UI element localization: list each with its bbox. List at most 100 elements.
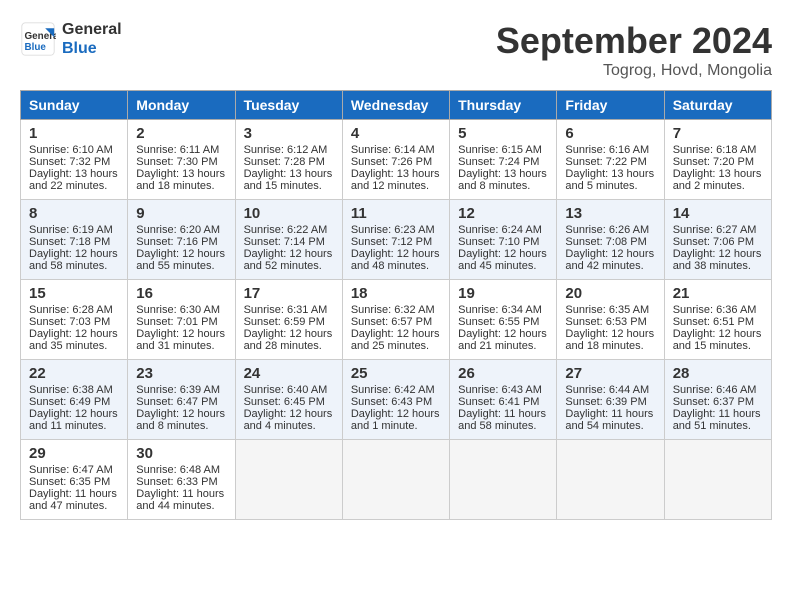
day-number: 22 — [29, 365, 119, 382]
sunset-text: Sunset: 7:10 PM — [458, 236, 548, 248]
daylight-text-cont: and 58 minutes. — [458, 420, 548, 432]
sunrise-text: Sunrise: 6:32 AM — [351, 304, 441, 316]
daylight-text: Daylight: 12 hours — [351, 328, 441, 340]
day-number: 30 — [136, 445, 226, 462]
calendar-day-cell: 21Sunrise: 6:36 AMSunset: 6:51 PMDayligh… — [664, 280, 771, 360]
weekday-header-row: SundayMondayTuesdayWednesdayThursdayFrid… — [21, 91, 772, 120]
sunrise-text: Sunrise: 6:26 AM — [565, 224, 655, 236]
daylight-text: Daylight: 11 hours — [673, 408, 763, 420]
sunrise-text: Sunrise: 6:12 AM — [244, 144, 334, 156]
sunset-text: Sunset: 7:14 PM — [244, 236, 334, 248]
sunset-text: Sunset: 6:43 PM — [351, 396, 441, 408]
calendar-day-cell: 28Sunrise: 6:46 AMSunset: 6:37 PMDayligh… — [664, 360, 771, 440]
calendar-day-cell: 25Sunrise: 6:42 AMSunset: 6:43 PMDayligh… — [342, 360, 449, 440]
calendar-day-cell: 18 Sunrise: 6:32 AMSunset: 6:57 PMDayligh… — [342, 280, 449, 360]
sunset-text: Sunset: 6:35 PM — [29, 476, 119, 488]
sunrise-text: Sunrise: 6:28 AM — [29, 304, 119, 316]
sunrise-text: Sunrise: 6:14 AM — [351, 144, 441, 156]
sunset-text: Sunset: 7:20 PM — [673, 156, 763, 168]
title-block: September 2024 Togrog, Hovd, Mongolia — [496, 20, 772, 80]
sunset-text: Sunset: 6:33 PM — [136, 476, 226, 488]
calendar-day-cell: 9Sunrise: 6:20 AMSunset: 7:16 PMDaylight… — [128, 200, 235, 280]
daylight-text: Daylight: 12 hours — [458, 248, 548, 260]
sunrise-text: Sunrise: 6:39 AM — [136, 384, 226, 396]
daylight-text-cont: and 25 minutes. — [351, 340, 441, 352]
day-number: 20 — [565, 285, 655, 302]
calendar-day-cell: 2Sunrise: 6:11 AMSunset: 7:30 PMDaylight… — [128, 120, 235, 200]
sunset-text: Sunset: 6:55 PM — [458, 316, 548, 328]
weekday-header-friday: Friday — [557, 91, 664, 120]
sunset-text: Sunset: 7:08 PM — [565, 236, 655, 248]
sunset-text: Sunset: 6:51 PM — [673, 316, 763, 328]
calendar-week-row: 8Sunrise: 6:19 AMSunset: 7:18 PMDaylight… — [21, 200, 772, 280]
sunrise-text: Sunrise: 6:11 AM — [136, 144, 226, 156]
sunset-text: Sunset: 6:57 PM — [351, 316, 441, 328]
day-number: 18 — [351, 285, 441, 302]
logo-general: General — [62, 20, 122, 39]
calendar-week-row: 1Sunrise: 6:10 AMSunset: 7:32 PMDaylight… — [21, 120, 772, 200]
daylight-text: Daylight: 12 hours — [351, 248, 441, 260]
calendar-day-cell: 7Sunrise: 6:18 AMSunset: 7:20 PMDaylight… — [664, 120, 771, 200]
day-number: 9 — [136, 205, 226, 222]
day-number: 3 — [244, 125, 334, 142]
calendar-day-cell: 12Sunrise: 6:24 AMSunset: 7:10 PMDayligh… — [450, 200, 557, 280]
day-number: 21 — [673, 285, 763, 302]
daylight-text: Daylight: 12 hours — [29, 328, 119, 340]
daylight-text-cont: and 51 minutes. — [673, 420, 763, 432]
weekday-header-thursday: Thursday — [450, 91, 557, 120]
weekday-header-wednesday: Wednesday — [342, 91, 449, 120]
daylight-text: Daylight: 11 hours — [458, 408, 548, 420]
month-title: September 2024 — [496, 20, 772, 62]
daylight-text-cont: and 52 minutes. — [244, 260, 334, 272]
daylight-text: Daylight: 12 hours — [565, 248, 655, 260]
daylight-text-cont: and 47 minutes. — [29, 500, 119, 512]
day-number: 8 — [29, 205, 119, 222]
sunrise-text: Sunrise: 6:24 AM — [458, 224, 548, 236]
daylight-text-cont: and 1 minute. — [351, 420, 441, 432]
sunrise-text: Sunrise: 6:23 AM — [351, 224, 441, 236]
daylight-text-cont: and 58 minutes. — [29, 260, 119, 272]
sunset-text: Sunset: 6:53 PM — [565, 316, 655, 328]
daylight-text-cont: and 42 minutes. — [565, 260, 655, 272]
sunrise-text: Sunrise: 6:48 AM — [136, 464, 226, 476]
calendar-day-cell: 20Sunrise: 6:35 AMSunset: 6:53 PMDayligh… — [557, 280, 664, 360]
sunrise-text: Sunrise: 6:36 AM — [673, 304, 763, 316]
sunset-text: Sunset: 7:28 PM — [244, 156, 334, 168]
day-number: 4 — [351, 125, 441, 142]
calendar-day-cell: 17Sunrise: 6:31 AMSunset: 6:59 PMDayligh… — [235, 280, 342, 360]
day-number: 17 — [244, 285, 334, 302]
calendar-day-cell: 8Sunrise: 6:19 AMSunset: 7:18 PMDaylight… — [21, 200, 128, 280]
daylight-text: Daylight: 12 hours — [29, 408, 119, 420]
daylight-text: Daylight: 12 hours — [244, 248, 334, 260]
sunrise-text: Sunrise: 6:19 AM — [29, 224, 119, 236]
day-number: 16 — [136, 285, 226, 302]
sunrise-text: Sunrise: 6:46 AM — [673, 384, 763, 396]
weekday-header-sunday: Sunday — [21, 91, 128, 120]
day-number: 7 — [673, 125, 763, 142]
day-number: 26 — [458, 365, 548, 382]
sunrise-text: Sunrise: 6:40 AM — [244, 384, 334, 396]
day-number: 27 — [565, 365, 655, 382]
weekday-header-saturday: Saturday — [664, 91, 771, 120]
sunrise-text: Sunrise: 6:43 AM — [458, 384, 548, 396]
calendar-day-cell: 19Sunrise: 6:34 AMSunset: 6:55 PMDayligh… — [450, 280, 557, 360]
daylight-text-cont: and 54 minutes. — [565, 420, 655, 432]
sunrise-text: Sunrise: 6:38 AM — [29, 384, 119, 396]
sunrise-text: Sunrise: 6:47 AM — [29, 464, 119, 476]
sunrise-text: Sunrise: 6:34 AM — [458, 304, 548, 316]
sunset-text: Sunset: 7:30 PM — [136, 156, 226, 168]
page-header: General Blue General Blue September 2024… — [20, 20, 772, 80]
daylight-text-cont: and 2 minutes. — [673, 180, 763, 192]
sunrise-text: Sunrise: 6:44 AM — [565, 384, 655, 396]
calendar-empty-cell — [342, 440, 449, 520]
daylight-text-cont: and 45 minutes. — [458, 260, 548, 272]
daylight-text: Daylight: 13 hours — [244, 168, 334, 180]
daylight-text: Daylight: 12 hours — [565, 328, 655, 340]
calendar-day-cell: 3 Sunrise: 6:12 AMSunset: 7:28 PMDaylight… — [235, 120, 342, 200]
sunset-text: Sunset: 6:39 PM — [565, 396, 655, 408]
daylight-text: Daylight: 12 hours — [244, 408, 334, 420]
daylight-text-cont: and 15 minutes. — [673, 340, 763, 352]
sunset-text: Sunset: 7:12 PM — [351, 236, 441, 248]
daylight-text-cont: and 8 minutes. — [458, 180, 548, 192]
sunset-text: Sunset: 7:01 PM — [136, 316, 226, 328]
